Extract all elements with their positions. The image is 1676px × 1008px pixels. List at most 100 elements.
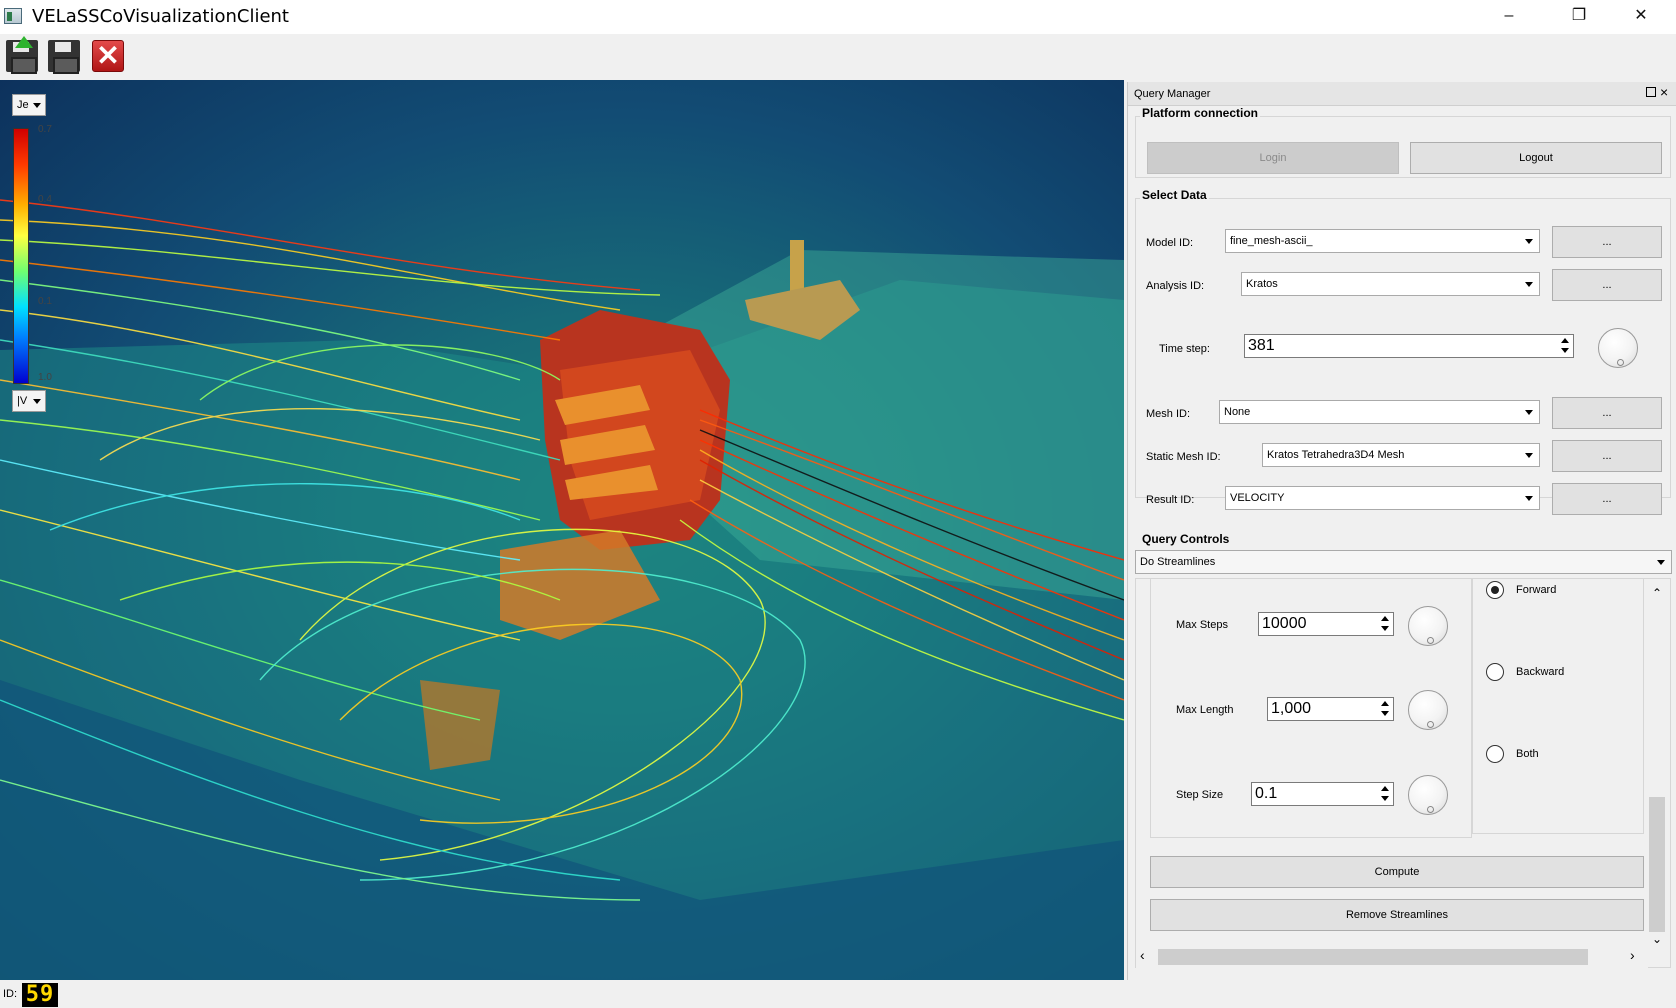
scroll-up-icon[interactable]: ⌃ — [1652, 586, 1662, 600]
query-manager-panel: Query Manager × Platform connection Logi… — [1127, 82, 1676, 980]
panel-title: Query Manager — [1134, 88, 1211, 100]
max-length-value: 1,000 — [1271, 700, 1312, 717]
spin-down-icon — [1381, 626, 1389, 631]
max-steps-dial[interactable] — [1408, 606, 1448, 646]
colorbar-tick: 0.1 — [38, 296, 52, 307]
remove-streamlines-button[interactable]: Remove Streamlines — [1150, 899, 1644, 931]
save-button[interactable] — [46, 38, 82, 74]
chevron-down-icon — [1525, 410, 1533, 415]
analysis-id-more-button[interactable]: ... — [1552, 269, 1662, 301]
scroll-down-icon[interactable]: ⌄ — [1652, 932, 1662, 946]
static-mesh-id-more-button[interactable]: ... — [1552, 440, 1662, 472]
colorbar-tick: 0.7 — [38, 124, 52, 135]
vertical-scroll-thumb[interactable] — [1649, 797, 1665, 932]
spin-up-icon — [1381, 701, 1389, 706]
max-length-stepper[interactable] — [1378, 699, 1392, 719]
chevron-down-icon — [33, 399, 41, 404]
open-button[interactable] — [4, 36, 40, 74]
scroll-left-icon[interactable]: ‹ — [1140, 947, 1145, 963]
query-type-select[interactable]: Do Streamlines — [1135, 550, 1672, 574]
result-id-select[interactable]: VELOCITY — [1225, 486, 1540, 510]
minimize-button[interactable]: – — [1474, 0, 1544, 34]
analysis-id-value: Kratos — [1246, 278, 1278, 290]
spin-down-icon — [1561, 348, 1569, 353]
status-bar: ID: 59 — [0, 980, 1676, 1008]
max-steps-stepper[interactable] — [1378, 614, 1392, 634]
max-steps-spinbox[interactable]: 10000 — [1258, 612, 1394, 636]
chevron-down-icon — [1657, 560, 1665, 565]
select-data-title: Select Data — [1140, 188, 1209, 202]
mesh-id-label: Mesh ID: — [1146, 408, 1191, 420]
title-bar: VELaSSCoVisualizationClient – ❐ ✕ — [0, 0, 1676, 34]
spin-up-icon — [1381, 786, 1389, 791]
upload-arrow-icon — [15, 36, 33, 48]
model-id-select[interactable]: fine_mesh-ascii_ — [1225, 229, 1540, 253]
scroll-right-icon[interactable]: › — [1630, 947, 1635, 963]
chevron-down-icon — [1525, 453, 1533, 458]
close-file-icon: ✕ — [92, 40, 124, 72]
forward-label: Forward — [1516, 584, 1557, 596]
mesh-id-more-button[interactable]: ... — [1552, 397, 1662, 429]
colorbar-tick: 1.0 — [38, 372, 52, 383]
step-size-spinbox[interactable]: 0.1 — [1251, 782, 1394, 806]
vertical-scrollbar[interactable]: ⌃ ⌄ — [1647, 582, 1667, 952]
time-step-dial[interactable] — [1598, 328, 1638, 368]
backward-label: Backward — [1516, 666, 1565, 678]
colorbar-tick: 0.4 — [38, 194, 52, 205]
static-mesh-id-select[interactable]: Kratos Tetrahedra3D4 Mesh — [1262, 443, 1540, 467]
step-size-dial[interactable] — [1408, 775, 1448, 815]
variable-select[interactable]: |V — [12, 390, 46, 412]
max-length-spinbox[interactable]: 1,000 — [1267, 697, 1394, 721]
both-label: Both — [1516, 748, 1539, 760]
platform-connection-title: Platform connection — [1140, 106, 1261, 120]
variable-select-value: |V — [17, 395, 28, 407]
forward-radio[interactable] — [1486, 581, 1504, 599]
save-icon — [48, 40, 80, 74]
step-size-stepper[interactable] — [1378, 784, 1392, 804]
close-panel-icon[interactable]: × — [1660, 84, 1668, 100]
streamline-scene — [0, 199, 1124, 980]
horizontal-scroll-thumb[interactable] — [1158, 949, 1588, 965]
model-id-value: fine_mesh-ascii_ — [1230, 235, 1313, 247]
step-size-value: 0.1 — [1255, 785, 1278, 802]
id-label: ID: — [3, 988, 18, 1000]
chevron-down-icon — [1525, 239, 1533, 244]
both-radio[interactable] — [1486, 745, 1504, 763]
query-type-value: Do Streamlines — [1140, 556, 1216, 568]
float-panel-icon[interactable] — [1646, 87, 1656, 97]
max-length-label: Max Length — [1176, 704, 1234, 716]
direction-group — [1472, 578, 1644, 834]
compute-button[interactable]: Compute — [1150, 856, 1644, 888]
spin-up-icon — [1561, 338, 1569, 343]
color-legend-bar — [13, 128, 29, 384]
close-file-button[interactable]: ✕ — [90, 38, 126, 74]
logout-button[interactable]: Logout — [1410, 142, 1662, 174]
panel-header: Query Manager × — [1128, 82, 1676, 106]
window-title: VELaSSCoVisualizationClient — [32, 6, 289, 27]
time-step-spinbox[interactable]: 381 — [1244, 334, 1574, 358]
time-step-stepper[interactable] — [1558, 336, 1572, 356]
result-id-label: Result ID: — [1146, 494, 1195, 506]
model-id-more-button[interactable]: ... — [1552, 226, 1662, 258]
horizontal-scrollbar[interactable]: ‹ › — [1136, 946, 1648, 968]
max-length-dial[interactable] — [1408, 690, 1448, 730]
login-button[interactable]: Login — [1147, 142, 1399, 174]
static-mesh-id-label: Static Mesh ID: — [1146, 451, 1221, 463]
app-icon — [4, 8, 22, 24]
chevron-down-icon — [1525, 282, 1533, 287]
mesh-id-select[interactable]: None — [1219, 400, 1540, 424]
analysis-id-select[interactable]: Kratos — [1241, 272, 1540, 296]
result-id-more-button[interactable]: ... — [1552, 483, 1662, 515]
3d-viewport[interactable]: Je 0.7 0.4 0.1 1.0 |V — [0, 80, 1124, 980]
result-id-value: VELOCITY — [1230, 492, 1285, 504]
model-id-label: Model ID: — [1146, 237, 1194, 249]
close-window-button[interactable]: ✕ — [1606, 0, 1676, 34]
step-size-label: Step Size — [1176, 789, 1224, 801]
id-value-display: 59 — [22, 983, 58, 1007]
time-step-value: 381 — [1248, 337, 1275, 354]
restore-button[interactable]: ❐ — [1544, 0, 1614, 34]
analysis-id-label: Analysis ID: — [1146, 280, 1205, 292]
colormap-select[interactable]: Je — [12, 94, 46, 116]
backward-radio[interactable] — [1486, 663, 1504, 681]
static-mesh-id-value: Kratos Tetrahedra3D4 Mesh — [1267, 449, 1405, 461]
